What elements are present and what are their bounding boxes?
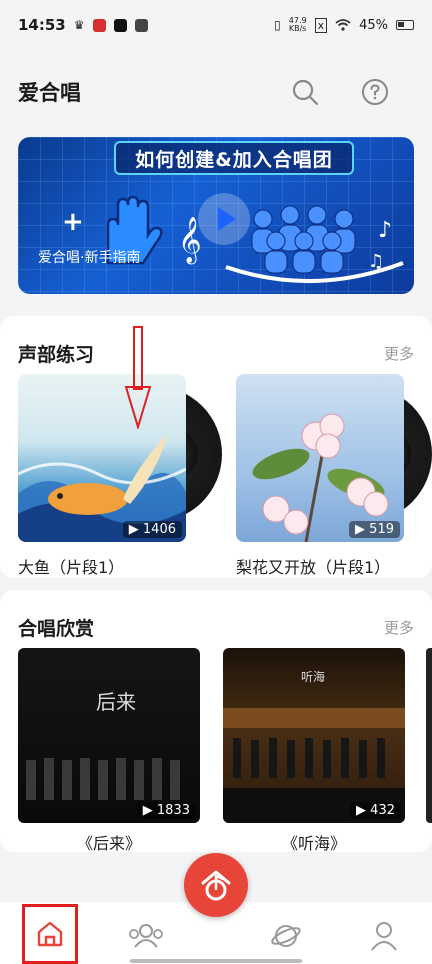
concert-stage [223, 708, 405, 823]
battery-icon [396, 20, 414, 30]
section-title: 声部练习 [18, 344, 95, 366]
more-link[interactable]: 更多 [384, 617, 414, 638]
home-indicator [130, 959, 302, 963]
banner-caption: 爱合唱·新手指南 [38, 250, 141, 266]
video-label[interactable]: 《后来》 [18, 830, 200, 854]
battery-percent: 45% [359, 17, 388, 33]
video-label[interactable]: 《听海》 [223, 830, 405, 854]
home-icon [37, 921, 63, 947]
pear-blossom-illustration [252, 413, 389, 542]
community-icon [129, 924, 163, 948]
play-count: 1406 [142, 522, 176, 537]
crown-icon: ♛ [73, 18, 85, 32]
tab-community[interactable] [118, 912, 174, 960]
tiktok-icon [113, 18, 127, 32]
sim-icon: x [314, 17, 328, 33]
vocal-practice-section: 声部练习 更多 ▶ 1406 大鱼（片段1） ▶ 519 梨花又开放（片段1） [0, 316, 432, 578]
music-note-icon: 𝄞 [178, 217, 202, 263]
choir-people-icon: ♪ ♫ [225, 205, 404, 283]
play-count-badge: ▶ 1406 [122, 521, 182, 538]
play-count: 1833 [156, 803, 190, 818]
item-label[interactable]: 大鱼（片段1） [18, 554, 124, 578]
search-button[interactable] [290, 77, 320, 107]
video-thumbnail[interactable]: 后来 ▶ 1833 [18, 648, 200, 823]
play-count: 432 [370, 803, 395, 818]
help-button[interactable] [360, 77, 390, 107]
play-count-badge: ▶ 432 [350, 802, 401, 819]
more-link[interactable]: 更多 [384, 343, 414, 364]
video-thumbnail[interactable]: 听海 ▶ 432 [223, 648, 405, 823]
search-icon [292, 79, 319, 106]
help-icon [362, 79, 388, 105]
status-bar: 14:53 ♛ ▯ 47.9 KB/s x 45% [0, 0, 432, 50]
plus-icon: + [62, 207, 84, 237]
network-speed: 47.9 KB/s [289, 17, 307, 33]
fish-illustration [18, 434, 186, 542]
app-header: 爱合唱 [0, 70, 432, 114]
mail-icon [134, 18, 148, 32]
tab-home[interactable] [22, 904, 78, 964]
vibrate-icon: ▯ [274, 18, 281, 32]
album-cover[interactable]: ▶ 519 [236, 374, 404, 542]
network-speed-unit: KB/s [288, 24, 307, 33]
banner-heading-box: 如何创建&加入合唱团 [114, 141, 354, 175]
play-count: 519 [369, 522, 394, 537]
page-title: 爱合唱 [18, 81, 81, 105]
choir-appreciation-section: 合唱欣赏 更多 后来 ▶ 1833 《后来》 听海 ▶ 432 《听海》 [0, 590, 432, 854]
record-button[interactable] [184, 853, 248, 917]
tab-discover[interactable] [258, 912, 314, 960]
profile-icon [371, 922, 397, 951]
item-label[interactable]: 梨花又开放（片段1） [236, 554, 390, 578]
choir-silhouette [26, 758, 180, 800]
annotation-arrow-icon [124, 326, 152, 429]
album-cover[interactable]: ▶ 1406 [18, 374, 186, 542]
banner-heading: 如何创建&加入合唱团 [135, 148, 333, 171]
svg-text:♪: ♪ [378, 218, 392, 243]
svg-text:♫: ♫ [368, 251, 384, 272]
wifi-icon [335, 19, 351, 31]
record-icon [201, 870, 231, 901]
status-time: 14:53 [18, 16, 66, 34]
next-video-peek [426, 648, 432, 823]
play-count-badge: ▶ 1833 [136, 802, 196, 819]
guide-banner[interactable]: 如何创建&加入合唱团 + ♪ ♫ 𝄞 爱合唱·新手指南 [18, 137, 414, 294]
discover-icon [271, 925, 301, 947]
tab-profile[interactable] [356, 912, 412, 960]
play-count-badge: ▶ 519 [349, 521, 400, 538]
section-title: 合唱欣赏 [18, 618, 95, 640]
app-notification-icon [92, 18, 106, 32]
